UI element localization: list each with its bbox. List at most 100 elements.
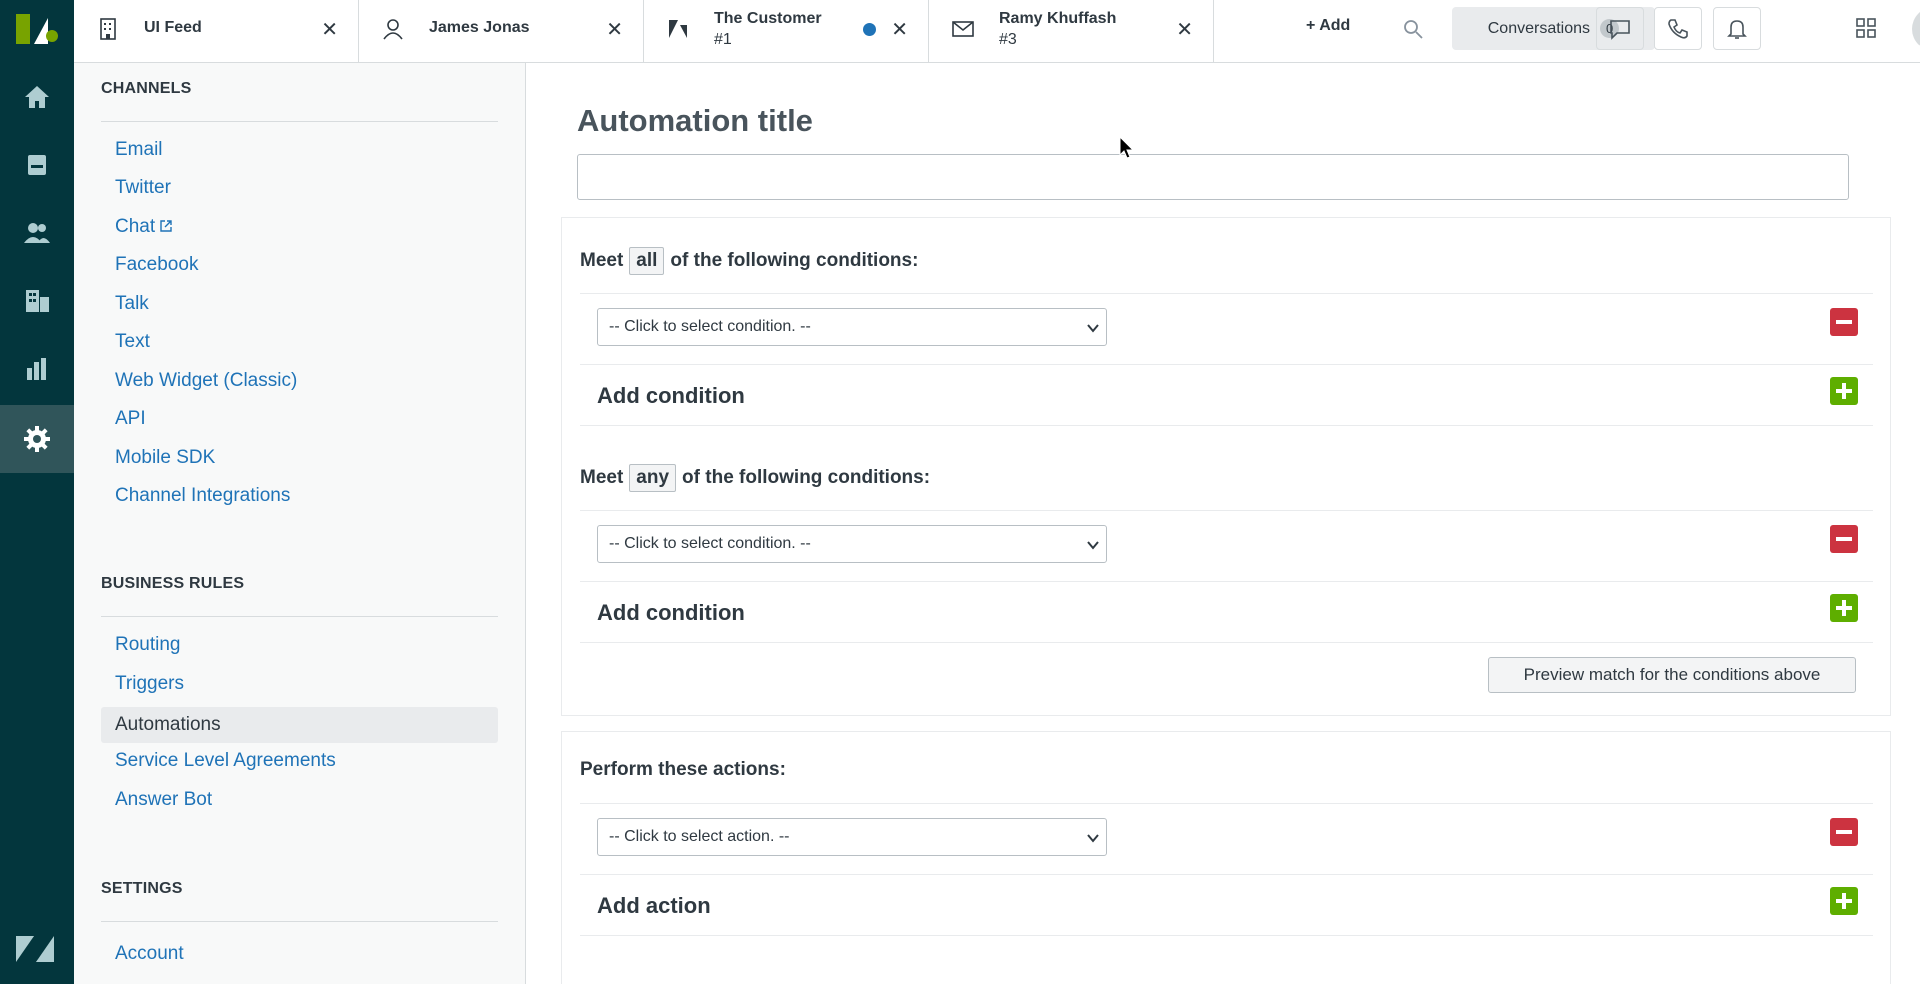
close-icon[interactable]: ✕ (321, 18, 338, 42)
avatar[interactable] (1912, 7, 1920, 51)
minus-icon (1836, 320, 1852, 324)
add-tab-button[interactable]: + Add (1306, 17, 1350, 35)
sidebar-item-web-widget[interactable]: Web Widget (Classic) (101, 363, 498, 399)
user-avatar-icon (1918, 44, 1920, 47)
select-value: -- Click to select condition. -- (609, 318, 811, 335)
chat-button[interactable] (1596, 7, 1644, 50)
chevron-down-icon (1087, 324, 1099, 333)
home-icon (25, 86, 49, 108)
views-icon (28, 155, 46, 175)
tab-ui-feed[interactable]: UI Feed ✕ (74, 0, 359, 62)
divider (580, 364, 1873, 365)
heading-suffix: of the following conditions: (670, 250, 919, 271)
home-nav-button[interactable] (0, 63, 74, 131)
tab-james-jonas[interactable]: James Jonas ✕ (359, 0, 644, 62)
heading-text: Perform these actions: (580, 759, 786, 780)
views-nav-button[interactable] (0, 131, 74, 199)
mail-icon (952, 21, 974, 37)
tab-subtitle: #1 (714, 31, 732, 48)
all-condition-select[interactable]: -- Click to select condition. -- (597, 308, 1107, 346)
app-logo-icon[interactable] (14, 12, 58, 46)
automation-form: Automation title Meet all of the followi… (526, 63, 1920, 984)
section-heading-channels: CHANNELS (101, 80, 192, 97)
search-icon[interactable] (1402, 18, 1424, 40)
divider (580, 874, 1873, 875)
heading-prefix: Meet (580, 250, 624, 271)
sidebar-item-facebook[interactable]: Facebook (101, 247, 498, 283)
conditions-box: Meet all of the following conditions: --… (561, 217, 1891, 716)
phone-icon (1668, 18, 1688, 39)
building-icon (100, 18, 116, 40)
apps-grid-icon[interactable] (1854, 16, 1878, 40)
select-value: -- Click to select action. -- (609, 828, 790, 845)
add-condition-label[interactable]: Add condition (597, 383, 745, 409)
remove-condition-button[interactable] (1830, 525, 1858, 553)
divider (580, 581, 1873, 582)
sidebar-item-chat[interactable]: Chat (101, 209, 498, 245)
remove-condition-button[interactable] (1830, 308, 1858, 336)
gear-icon (24, 426, 50, 452)
select-value: -- Click to select condition. -- (609, 535, 811, 552)
mouse-cursor-icon (1119, 136, 1135, 159)
add-condition-button[interactable] (1830, 377, 1858, 405)
automation-title-label: Automation title (577, 103, 813, 138)
tab-ramy-khuffash[interactable]: Ramy Khuffash #3 ✕ (929, 0, 1214, 62)
sidebar-item-routing[interactable]: Routing (101, 627, 498, 663)
close-icon[interactable]: ✕ (606, 18, 623, 42)
all-conditions-heading: Meet all of the following conditions: (580, 247, 918, 275)
sidebar-item-talk[interactable]: Talk (101, 286, 498, 322)
any-condition-select[interactable]: -- Click to select condition. -- (597, 525, 1107, 563)
admin-sidebar: CHANNELS Email Twitter Chat Facebook Tal… (74, 63, 526, 984)
sidebar-item-email[interactable]: Email (101, 132, 498, 168)
unread-dot (863, 23, 876, 36)
tab-title: The Customer (714, 10, 822, 27)
sidebar-item-mobile-sdk[interactable]: Mobile SDK (101, 440, 498, 476)
chevron-down-icon (1087, 834, 1099, 843)
sidebar-item-twitter[interactable]: Twitter (101, 170, 498, 206)
close-icon[interactable]: ✕ (1176, 18, 1193, 42)
sidebar-item-triggers[interactable]: Triggers (101, 666, 498, 702)
minus-icon (1836, 830, 1852, 834)
sidebar-item-text[interactable]: Text (101, 324, 498, 360)
add-condition-label[interactable]: Add condition (597, 600, 745, 626)
sidebar-item-automations[interactable]: Automations (101, 707, 498, 743)
section-heading-business-rules: BUSINESS RULES (101, 575, 245, 592)
heading-prefix: Meet (580, 467, 624, 488)
preview-match-button[interactable]: Preview match for the conditions above (1488, 657, 1856, 693)
sidebar-item-channel-integrations[interactable]: Channel Integrations (101, 478, 498, 514)
chevron-down-icon (1087, 541, 1099, 550)
customers-nav-button[interactable] (0, 199, 74, 267)
admin-nav-button[interactable] (0, 405, 74, 473)
divider (580, 510, 1873, 511)
external-link-icon (160, 220, 172, 232)
customers-icon (24, 223, 50, 243)
automation-title-input[interactable] (577, 154, 1849, 200)
sidebar-item-api[interactable]: API (101, 401, 498, 437)
divider (101, 921, 498, 922)
close-icon[interactable]: ✕ (891, 18, 908, 42)
divider (580, 642, 1873, 643)
building-icon (26, 290, 49, 312)
sidebar-item-sla[interactable]: Service Level Agreements (101, 743, 498, 779)
product-nav (0, 0, 74, 984)
conversations-label: Conversations (1487, 19, 1591, 37)
add-action-label[interactable]: Add action (597, 893, 711, 919)
actions-heading: Perform these actions: (580, 759, 786, 781)
tab-the-customer[interactable]: The Customer #1 ✕ (644, 0, 929, 62)
sidebar-item-answer-bot[interactable]: Answer Bot (101, 782, 498, 818)
divider (101, 121, 498, 122)
remove-action-button[interactable] (1830, 818, 1858, 846)
sidebar-item-account[interactable]: Account (101, 936, 498, 972)
action-select[interactable]: -- Click to select action. -- (597, 818, 1107, 856)
notifications-button[interactable] (1713, 7, 1761, 50)
divider (580, 803, 1873, 804)
zendesk-mark-icon (16, 936, 54, 962)
add-action-button[interactable] (1830, 887, 1858, 915)
add-condition-button[interactable] (1830, 594, 1858, 622)
reporting-nav-button[interactable] (0, 335, 74, 403)
chat-bubble-icon (1610, 19, 1630, 40)
phone-button[interactable] (1654, 7, 1702, 50)
organizations-nav-button[interactable] (0, 267, 74, 335)
divider (101, 616, 498, 617)
all-keyword: all (629, 247, 665, 275)
